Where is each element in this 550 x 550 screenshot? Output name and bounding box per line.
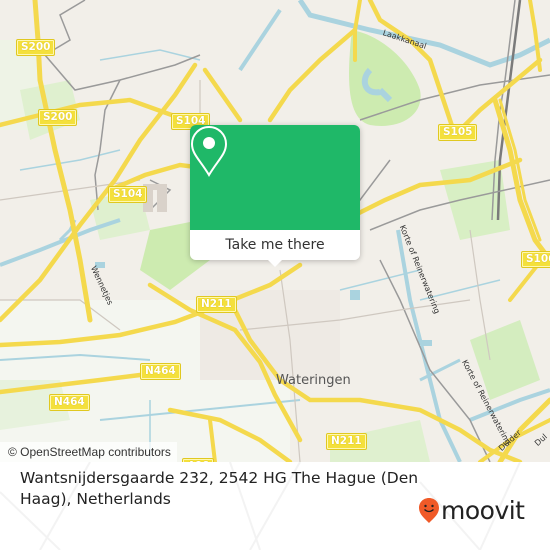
route-shield-s105: S105 <box>437 124 478 141</box>
route-shield-n464: N464 <box>140 363 181 380</box>
route-shield-s104: S104 <box>107 186 148 203</box>
route-shield-s200: S200 <box>37 109 78 126</box>
popup-tail <box>267 259 283 267</box>
moovit-logo: moovit <box>418 497 525 524</box>
route-shield-n211: N211 <box>326 433 367 450</box>
map-attribution[interactable]: © OpenStreetMap contributors <box>0 442 177 462</box>
route-shield-n464: N464 <box>49 394 90 411</box>
route-shield-n211: N211 <box>196 296 237 313</box>
popup-header <box>190 125 360 230</box>
moovit-pin-icon <box>419 498 439 523</box>
route-shield-s200: S200 <box>15 39 56 56</box>
route-shield-s106: S106 <box>520 251 550 268</box>
address-text: Wantsnijdersgaarde 232, 2542 HG The Hagu… <box>20 469 419 508</box>
map-pin-icon <box>190 125 228 177</box>
location-popup: Take me there <box>190 125 360 267</box>
place-label-wateringen: Wateringen <box>276 373 351 388</box>
map-view[interactable]: S200 S200 S104 S104 S105 S106 N211 N211 … <box>0 0 550 462</box>
take-me-there-button[interactable]: Take me there <box>190 230 360 260</box>
brand-name: moovit <box>441 496 525 525</box>
